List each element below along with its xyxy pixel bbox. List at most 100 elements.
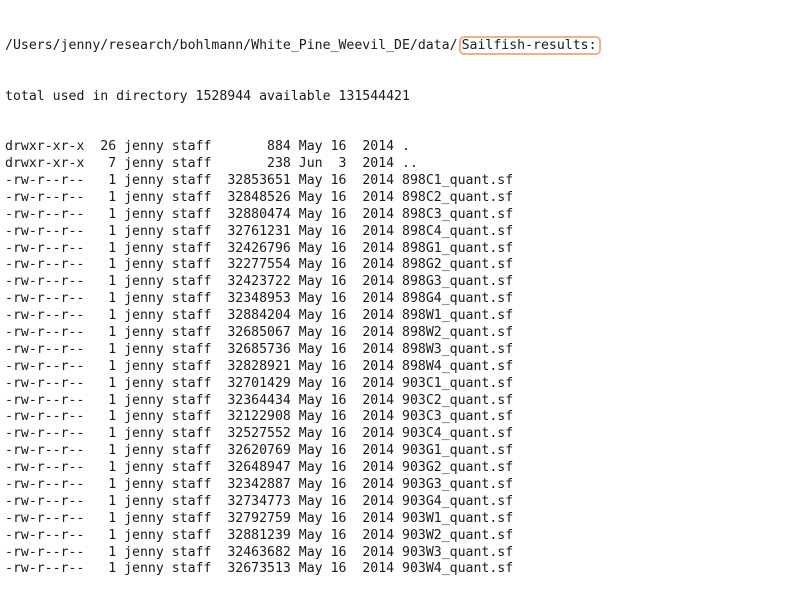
file-group: staff [171,156,220,172]
file-owner: jenny [124,375,172,391]
file-name: 903G4_quant.sf [402,493,514,509]
link-count: 1 [92,510,125,526]
listing-row[interactable]: -rw-r--r-- 1 jenny staff 32792759 May 16… [5,511,601,528]
listing-row[interactable]: -rw-r--r-- 1 jenny staff 32342887 May 16… [5,477,601,494]
listing-row[interactable]: -rw-r--r-- 1 jenny staff 32620769 May 16… [5,443,601,460]
file-name: 903W3_quant.sf [402,544,514,560]
file-permissions: -rw-r--r-- [5,460,93,476]
file-size: 32648947 [219,460,299,476]
file-year: 2014 [362,544,403,560]
file-name: 903C1_quant.sf [402,375,514,391]
listing-row[interactable]: -rw-r--r-- 1 jenny staff 32348953 May 16… [5,291,601,308]
file-month: May [298,325,331,341]
file-day: 16 [330,426,363,442]
listing-row[interactable]: -rw-r--r-- 1 jenny staff 32761231 May 16… [5,224,601,241]
file-day: 16 [330,477,363,493]
listing-row[interactable]: -rw-r--r-- 1 jenny staff 32881239 May 16… [5,528,601,545]
listing-row[interactable]: -rw-r--r-- 1 jenny staff 32734773 May 16… [5,494,601,511]
link-count: 1 [92,341,125,357]
link-count: 1 [92,189,125,205]
listing-row[interactable]: -rw-r--r-- 1 jenny staff 32880474 May 16… [5,207,601,224]
file-name: 898W1_quant.sf [402,308,514,324]
file-year: 2014 [362,460,403,476]
file-owner: jenny [124,274,172,290]
highlighted-directory[interactable]: Sailfish-results: [458,35,601,55]
listing-row[interactable]: -rw-r--r-- 1 jenny staff 32426796 May 16… [5,241,601,258]
file-name: 898C2_quant.sf [402,189,514,205]
file-year: 2014 [362,426,403,442]
listing-row[interactable]: -rw-r--r-- 1 jenny staff 32277554 May 16… [5,257,601,274]
file-month: May [298,341,331,357]
listing-row[interactable]: -rw-r--r-- 1 jenny staff 32853651 May 16… [5,173,601,190]
file-year: 2014 [362,375,403,391]
file-name: 903W1_quant.sf [402,510,514,526]
listing-row[interactable]: -rw-r--r-- 1 jenny staff 32848526 May 16… [5,190,601,207]
file-month: May [298,240,331,256]
file-year: 2014 [362,341,403,357]
file-year: 2014 [362,139,403,155]
file-name: .. [402,156,418,172]
listing-row[interactable]: -rw-r--r-- 1 jenny staff 32673513 May 16… [5,561,601,578]
file-group: staff [171,510,220,526]
listing-row[interactable]: -rw-r--r-- 1 jenny staff 32828921 May 16… [5,359,601,376]
file-owner: jenny [124,325,172,341]
link-count: 1 [92,274,125,290]
link-count: 1 [92,325,125,341]
file-group: staff [171,223,220,239]
file-owner: jenny [124,291,172,307]
link-count: 1 [92,443,125,459]
listing-row[interactable]: -rw-r--r-- 1 jenny staff 32648947 May 16… [5,460,601,477]
file-permissions: -rw-r--r-- [5,206,93,222]
link-count: 1 [92,392,125,408]
file-year: 2014 [362,223,403,239]
file-group: staff [171,375,220,391]
file-permissions: -rw-r--r-- [5,493,93,509]
file-owner: jenny [124,460,172,476]
file-permissions: -rw-r--r-- [5,443,93,459]
directory-path-line: /Users/jenny/research/bohlmann/White_Pin… [5,35,601,55]
file-day: 16 [330,493,363,509]
file-size: 32880474 [219,206,299,222]
listing-row[interactable]: -rw-r--r-- 1 jenny staff 32364434 May 16… [5,393,601,410]
link-count: 1 [92,493,125,509]
file-owner: jenny [124,409,172,425]
file-name: 898G4_quant.sf [402,291,514,307]
link-count: 1 [92,291,125,307]
file-size: 32792759 [219,510,299,526]
file-permissions: drwxr-xr-x [5,156,93,172]
file-size: 32881239 [219,527,299,543]
file-year: 2014 [362,291,403,307]
file-month: May [298,139,331,155]
file-permissions: -rw-r--r-- [5,257,93,273]
file-owner: jenny [124,510,172,526]
file-group: staff [171,257,220,273]
file-size: 32463682 [219,544,299,560]
file-day: 16 [330,189,363,205]
file-size: 32277554 [219,257,299,273]
file-permissions: -rw-r--r-- [5,510,93,526]
file-year: 2014 [362,510,403,526]
directory-path[interactable]: /Users/jenny/research/bohlmann/White_Pin… [5,38,458,53]
file-day: 16 [330,240,363,256]
file-day: 16 [330,341,363,357]
link-count: 1 [92,561,125,577]
file-size: 32348953 [219,291,299,307]
listing-row[interactable]: -rw-r--r-- 1 jenny staff 32884204 May 16… [5,308,601,325]
listing-row[interactable]: -rw-r--r-- 1 jenny staff 32701429 May 16… [5,376,601,393]
listing-row[interactable]: -rw-r--r-- 1 jenny staff 32423722 May 16… [5,274,601,291]
file-name: 898G1_quant.sf [402,240,514,256]
file-size: 32685736 [219,341,299,357]
file-size: 32342887 [219,477,299,493]
listing-row[interactable]: -rw-r--r-- 1 jenny staff 32122908 May 16… [5,409,601,426]
file-name: 898C3_quant.sf [402,206,514,222]
listing-row[interactable]: drwxr-xr-x 7 jenny staff 238 Jun 3 2014 … [5,156,601,173]
link-count: 1 [92,544,125,560]
listing-row[interactable]: -rw-r--r-- 1 jenny staff 32685067 May 16… [5,325,601,342]
file-name: 898C4_quant.sf [402,223,514,239]
listing-row[interactable]: -rw-r--r-- 1 jenny staff 32527552 May 16… [5,426,601,443]
file-year: 2014 [362,527,403,543]
listing-row[interactable]: -rw-r--r-- 1 jenny staff 32463682 May 16… [5,545,601,562]
listing-row[interactable]: -rw-r--r-- 1 jenny staff 32685736 May 16… [5,342,601,359]
listing-row[interactable]: drwxr-xr-x 26 jenny staff 884 May 16 201… [5,139,601,156]
file-day: 16 [330,510,363,526]
